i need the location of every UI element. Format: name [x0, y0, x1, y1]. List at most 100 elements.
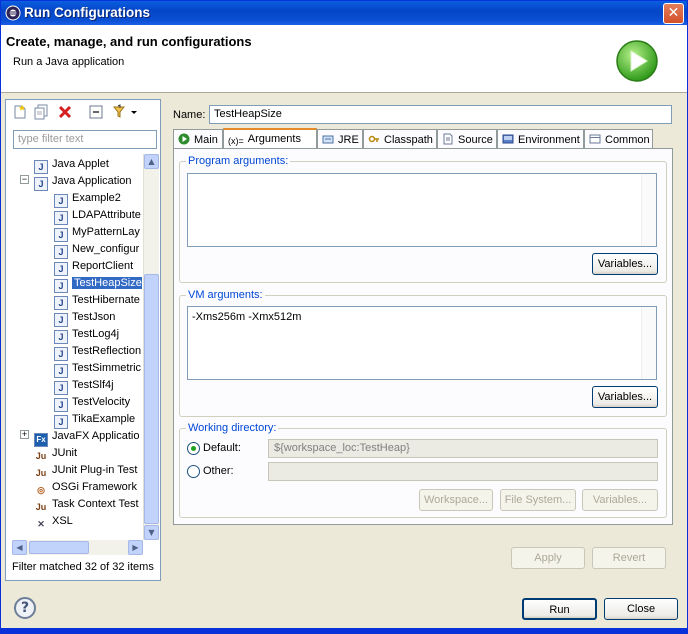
collapse-all-icon[interactable]	[88, 104, 104, 120]
java-config-icon: J	[54, 364, 68, 378]
filter-menu-icon[interactable]	[112, 104, 138, 120]
configuration-list-pane: type filter text J Java Applet − J Java Ap…	[5, 99, 161, 581]
other-radio[interactable]	[187, 465, 200, 478]
tab-classpath[interactable]: Classpath	[363, 129, 437, 149]
java-config-icon: J	[54, 381, 68, 395]
arguments-panel: Program arguments: Variables... VM argum…	[173, 148, 673, 525]
window-bottom-border	[1, 628, 687, 633]
new-launch-config-icon[interactable]	[12, 104, 28, 120]
tree-item-new-configuration[interactable]: J New_configur	[54, 241, 139, 259]
collapse-java-application-icon[interactable]: −	[20, 175, 29, 184]
tree-item-reportclient[interactable]: J ReportClient	[54, 258, 133, 276]
common-tab-icon	[589, 134, 601, 144]
java-config-icon: J	[54, 330, 68, 344]
tree-item-testlog4j[interactable]: J TestLog4j	[54, 326, 119, 344]
tab-jre[interactable]: JRE	[317, 129, 363, 149]
tab-common[interactable]: Common	[584, 129, 653, 149]
expand-javafx-icon[interactable]: +	[20, 430, 29, 439]
tab-source[interactable]: Source	[437, 129, 497, 149]
program-arguments-scrollbar[interactable]	[641, 174, 656, 246]
vm-arguments-label: VM arguments:	[186, 289, 265, 301]
classpath-tab-icon	[368, 135, 379, 143]
tree-item-testjson[interactable]: J TestJson	[54, 309, 115, 327]
scroll-left-icon[interactable]: ◀	[12, 540, 27, 555]
default-radio[interactable]	[187, 442, 200, 455]
filter-input[interactable]: type filter text	[13, 130, 157, 149]
program-arguments-input[interactable]	[187, 173, 657, 247]
tree-item-mypatternlay[interactable]: J MyPatternLay	[54, 224, 140, 242]
revert-button[interactable]: Revert	[592, 547, 666, 569]
file-system-button[interactable]: File System...	[500, 489, 576, 511]
java-config-icon: J	[54, 398, 68, 412]
tab-arguments[interactable]: (x)= Arguments	[223, 128, 317, 150]
workspace-button[interactable]: Workspace...	[419, 489, 493, 511]
header-title: Create, manage, and run configurations	[6, 34, 252, 49]
duplicate-icon[interactable]	[33, 104, 49, 120]
tree-item-testsimmetric[interactable]: J TestSimmetric	[54, 360, 141, 378]
run-button[interactable]: Run	[522, 598, 597, 620]
vm-variables-button[interactable]: Variables...	[592, 386, 658, 408]
close-button[interactable]: Close	[604, 598, 678, 620]
tree-item-ldapattribute[interactable]: J LDAPAttribute	[54, 207, 141, 225]
java-config-icon: J	[54, 347, 68, 361]
title-bar: Run Configurations ✕	[1, 1, 687, 25]
java-config-icon: J	[54, 194, 68, 208]
java-config-icon: J	[54, 245, 68, 259]
scroll-up-icon[interactable]: ▲	[144, 154, 159, 169]
tree-item-tikaexample[interactable]: J TikaExample	[54, 411, 135, 429]
tree-item-junit-plugin-test[interactable]: Ju JUnit Plug-in Test	[34, 462, 138, 479]
filter-status: Filter matched 32 of 32 items	[12, 561, 154, 573]
arguments-tab-icon: (x)=	[228, 136, 244, 146]
vm-arguments-input[interactable]: -Xms256m -Xmx512m	[187, 306, 657, 380]
program-variables-button[interactable]: Variables...	[592, 253, 658, 275]
tree-vertical-scrollbar[interactable]: ▲ ▼	[143, 154, 159, 540]
java-applet-icon: J	[34, 160, 48, 174]
tree-item-java-applet[interactable]: J Java Applet	[34, 156, 109, 174]
default-directory-field: ${workspace_loc:TestHeap}	[268, 439, 658, 458]
apply-button[interactable]: Apply	[511, 547, 585, 569]
tree-item-example2[interactable]: J Example2	[54, 190, 121, 208]
source-tab-icon	[443, 133, 453, 145]
tree-item-testvelocity[interactable]: J TestVelocity	[54, 394, 130, 412]
help-icon[interactable]: ?	[14, 597, 36, 619]
java-config-icon: J	[54, 228, 68, 242]
tree-item-xsl[interactable]: ✕ XSL	[34, 513, 73, 530]
scroll-thumb[interactable]	[144, 274, 159, 524]
tree-item-task-context-test[interactable]: Ju Task Context Test	[34, 496, 139, 513]
tree-item-osgi-framework[interactable]: ◎ OSGi Framework	[34, 479, 137, 496]
main-tab-icon	[178, 133, 190, 145]
delete-icon[interactable]	[57, 104, 73, 120]
scroll-down-icon[interactable]: ▼	[144, 525, 159, 540]
tree-item-java-application[interactable]: J Java Application	[34, 173, 132, 191]
vm-arguments-scrollbar[interactable]	[641, 307, 656, 379]
tree-item-testhibernate[interactable]: J TestHibernate	[54, 292, 140, 310]
working-directory-label: Working directory:	[186, 422, 279, 434]
working-dir-variables-button[interactable]: Variables...	[582, 489, 658, 511]
java-config-icon: J	[54, 296, 68, 310]
tree-item-testreflection[interactable]: J TestReflection	[54, 343, 141, 361]
name-input[interactable]: TestHeapSize	[209, 105, 672, 124]
tree-item-testheapsize[interactable]: J TestHeapSize	[54, 275, 142, 293]
java-config-icon: J	[54, 279, 68, 293]
environment-tab-icon	[502, 134, 514, 144]
java-config-icon: J	[54, 415, 68, 429]
window-close-button[interactable]: ✕	[663, 3, 684, 24]
java-config-icon: J	[54, 211, 68, 225]
tree-item-testslf4j[interactable]: J TestSlf4j	[54, 377, 114, 395]
tab-main[interactable]: Main	[173, 129, 223, 149]
java-config-icon: J	[54, 313, 68, 327]
run-configurations-dialog: Run Configurations ✕ Create, manage, and…	[0, 0, 688, 634]
java-config-icon: J	[54, 262, 68, 276]
run-icon	[616, 40, 658, 82]
jre-tab-icon	[322, 135, 334, 144]
configuration-tree: J Java Applet − J Java Application J Exampl…	[6, 154, 142, 544]
hscroll-thumb[interactable]	[29, 541, 89, 554]
tree-horizontal-scrollbar[interactable]: ◀ ▶	[12, 540, 143, 555]
xsl-icon: ✕	[37, 519, 45, 529]
tab-environment[interactable]: Environment	[497, 129, 584, 149]
tree-item-junit[interactable]: Ju JUnit	[34, 445, 77, 462]
other-directory-field[interactable]	[268, 462, 658, 481]
tree-item-javafx-application[interactable]: Fx JavaFX Applicatio	[34, 428, 139, 447]
default-label: Default:	[203, 442, 241, 454]
scroll-right-icon[interactable]: ▶	[128, 540, 143, 555]
